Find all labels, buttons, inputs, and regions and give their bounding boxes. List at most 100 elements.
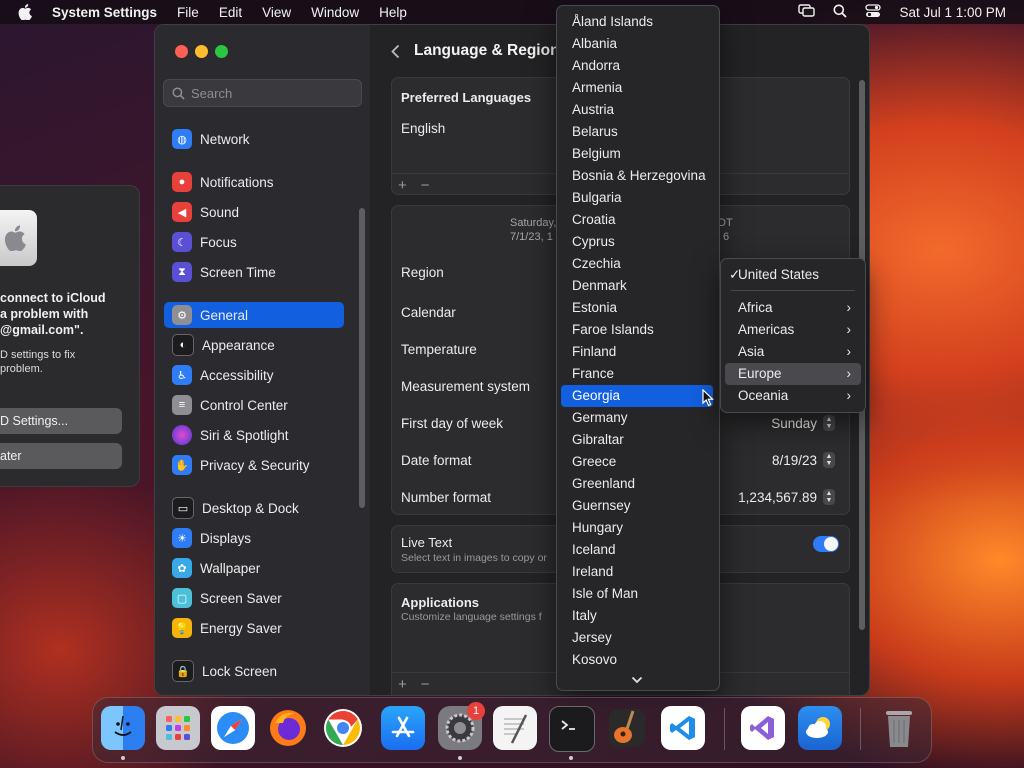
launchpad-icon[interactable] xyxy=(156,706,200,750)
remove-language-button[interactable]: − xyxy=(421,177,430,194)
first-day-popup[interactable]: Sunday ▲ ▼ xyxy=(771,415,835,431)
close-window-button[interactable] xyxy=(175,45,188,58)
minimize-window-button[interactable] xyxy=(195,45,208,58)
sidebar-item-screen-time[interactable]: ⧗ Screen Time xyxy=(164,259,344,285)
country-item-bulgaria[interactable]: Bulgaria xyxy=(561,187,713,209)
sidebar-item-accessibility[interactable]: ♿ Accessibility xyxy=(164,362,344,388)
live-text-toggle[interactable] xyxy=(813,536,839,552)
vscode-icon[interactable] xyxy=(661,706,705,750)
number-format-popup[interactable]: 1,234,567.89 ▲ ▼ xyxy=(738,489,835,505)
region-item-asia[interactable]: Asia › xyxy=(725,341,861,363)
country-item-armenia[interactable]: Armenia xyxy=(561,77,713,99)
finder-icon[interactable] xyxy=(101,706,145,750)
icloud-settings-button[interactable]: D Settings... xyxy=(0,408,122,434)
language-list-item[interactable]: English xyxy=(401,121,445,136)
sidebar-item-screen-saver[interactable]: ▢ Screen Saver xyxy=(164,585,344,611)
country-item-finland[interactable]: Finland xyxy=(561,341,713,363)
country-item-greece[interactable]: Greece xyxy=(561,451,713,473)
chevron-down-icon[interactable] xyxy=(631,671,643,684)
country-item-italy[interactable]: Italy xyxy=(561,605,713,627)
country-item-iceland[interactable]: Iceland xyxy=(561,539,713,561)
applications-title: Applications xyxy=(401,595,480,610)
sidebar-item-notifications[interactable]: ● Notifications xyxy=(164,169,344,195)
spotlight-search-icon[interactable] xyxy=(833,4,848,21)
add-application-button[interactable]: + xyxy=(398,676,407,693)
country-item-jersey[interactable]: Jersey xyxy=(561,627,713,649)
country-item-denmark[interactable]: Denmark xyxy=(561,275,713,297)
control-center-icon[interactable] xyxy=(865,3,882,21)
sidebar-item-focus[interactable]: ☾ Focus xyxy=(164,229,344,255)
country-item-belarus[interactable]: Belarus xyxy=(561,121,713,143)
region-item-americas[interactable]: Americas › xyxy=(725,319,861,341)
country-item-austria[interactable]: Austria xyxy=(561,99,713,121)
date-format-popup[interactable]: 8/19/23 ▲ ▼ xyxy=(772,452,835,468)
sidebar-item-siri-spotlight[interactable]: Siri & Spotlight xyxy=(164,422,344,448)
help-menu[interactable]: Help xyxy=(379,5,407,20)
country-item-belgium[interactable]: Belgium xyxy=(561,143,713,165)
garageband-icon[interactable] xyxy=(605,706,649,750)
app-store-icon[interactable] xyxy=(381,706,425,750)
country-item-isle-of-man[interactable]: Isle of Man xyxy=(561,583,713,605)
textedit-icon[interactable] xyxy=(493,706,537,750)
file-menu[interactable]: File xyxy=(177,5,199,20)
weather-icon[interactable] xyxy=(798,706,842,750)
country-item-greenland[interactable]: Greenland xyxy=(561,473,713,495)
country-item-ireland[interactable]: Ireland xyxy=(561,561,713,583)
dock-separator xyxy=(860,708,861,750)
sidebar-item-desktop-dock[interactable]: ▭ Desktop & Dock xyxy=(164,495,344,521)
sidebar-item-appearance[interactable]: ◐ Appearance xyxy=(164,332,344,358)
sidebar-item-wallpaper[interactable]: ✿ Wallpaper xyxy=(164,555,344,581)
country-item-hungary[interactable]: Hungary xyxy=(561,517,713,539)
add-language-button[interactable]: + xyxy=(398,177,407,194)
sidebar-item-control-center[interactable]: ≡ Control Center xyxy=(164,392,344,418)
visual-studio-icon[interactable] xyxy=(741,706,785,750)
country-item-germany[interactable]: Germany xyxy=(561,407,713,429)
country-item-georgia[interactable]: Georgia xyxy=(561,385,713,407)
country-item-kosovo[interactable]: Kosovo xyxy=(561,649,713,671)
sidebar-item-network[interactable]: ◍ Network xyxy=(164,126,344,152)
view-menu[interactable]: View xyxy=(262,5,291,20)
region-item-united-states[interactable]: ✓ United States xyxy=(725,264,861,286)
sidebar-item-general[interactable]: ⚙ General xyxy=(164,302,344,328)
menu-bar-clock[interactable]: Sat Jul 1 1:00 PM xyxy=(899,5,1006,20)
sidebar-scrollbar[interactable] xyxy=(359,208,365,508)
later-button[interactable]: ater xyxy=(0,443,122,469)
sidebar-search-field[interactable]: Search xyxy=(163,79,362,107)
chrome-icon[interactable] xyxy=(321,706,365,750)
sidebar-item-lock-screen[interactable]: 🔒 Lock Screen xyxy=(164,658,344,684)
sidebar-item-energy-saver[interactable]: 💡 Energy Saver xyxy=(164,615,344,641)
gear-icon: ⚙ xyxy=(172,305,192,325)
sidebar-item-sound[interactable]: ◀ Sound xyxy=(164,199,344,225)
remove-application-button[interactable]: − xyxy=(421,676,430,693)
country-item-faroe-islands[interactable]: Faroe Islands xyxy=(561,319,713,341)
safari-icon[interactable] xyxy=(211,706,255,750)
trash-icon[interactable] xyxy=(877,706,921,750)
region-item-oceania[interactable]: Oceania › xyxy=(725,385,861,407)
zoom-window-button[interactable] xyxy=(215,45,228,58)
sidebar-item-privacy-security[interactable]: ✋ Privacy & Security xyxy=(164,452,344,478)
region-item-europe[interactable]: Europe › xyxy=(725,363,861,385)
country-item-gibraltar[interactable]: Gibraltar xyxy=(561,429,713,451)
sidebar-item-displays[interactable]: ☀ Displays xyxy=(164,525,344,551)
country-item-guernsey[interactable]: Guernsey xyxy=(561,495,713,517)
country-item-albania[interactable]: Albania xyxy=(561,33,713,55)
edit-menu[interactable]: Edit xyxy=(219,5,242,20)
app-menu[interactable]: System Settings xyxy=(52,5,157,20)
country-item-cyprus[interactable]: Cyprus xyxy=(561,231,713,253)
country-item-france[interactable]: France xyxy=(561,363,713,385)
country-item-croatia[interactable]: Croatia xyxy=(561,209,713,231)
country-item-estonia[interactable]: Estonia xyxy=(561,297,713,319)
firefox-icon[interactable] xyxy=(266,706,310,750)
back-chevron-icon[interactable] xyxy=(391,44,400,59)
country-item-czechia[interactable]: Czechia xyxy=(561,253,713,275)
country-item-bosnia-herzegovina[interactable]: Bosnia & Herzegovina xyxy=(561,165,713,187)
apple-menu-icon[interactable] xyxy=(16,3,34,21)
menu-divider xyxy=(731,290,855,291)
terminal-icon[interactable] xyxy=(549,706,595,752)
window-menu[interactable]: Window xyxy=(311,5,359,20)
screen-mirroring-icon[interactable] xyxy=(798,4,816,20)
region-item-africa[interactable]: Africa › xyxy=(725,297,861,319)
dock-icon: ▭ xyxy=(172,497,194,519)
country-item-andorra[interactable]: Andorra xyxy=(561,55,713,77)
country-item-aland-islands[interactable]: Åland Islands xyxy=(561,11,713,33)
